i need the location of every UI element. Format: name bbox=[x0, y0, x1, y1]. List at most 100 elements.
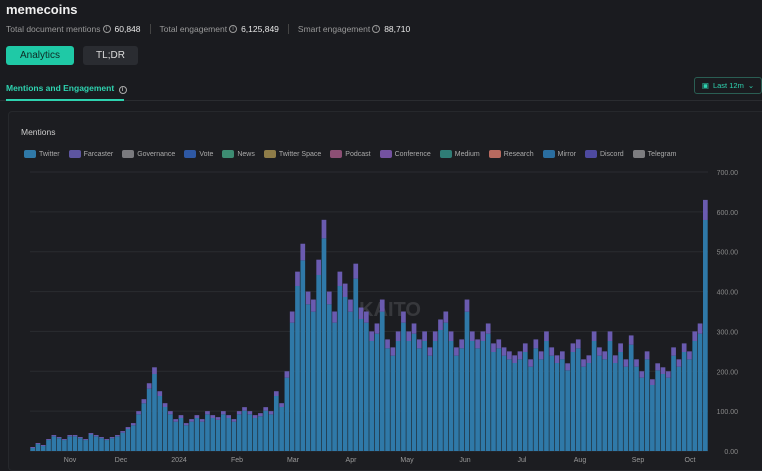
bar-farcaster[interactable] bbox=[30, 447, 35, 449]
bar-farcaster[interactable] bbox=[236, 411, 242, 415]
bar-twitter[interactable] bbox=[644, 359, 650, 451]
bar-farcaster[interactable] bbox=[199, 419, 205, 422]
bar-twitter[interactable] bbox=[623, 366, 629, 451]
bar-twitter[interactable] bbox=[83, 440, 88, 451]
bar-twitter[interactable] bbox=[30, 448, 35, 451]
bar-farcaster[interactable] bbox=[427, 347, 433, 356]
bar-twitter[interactable] bbox=[88, 434, 94, 451]
bar-twitter[interactable] bbox=[575, 348, 581, 451]
bar-farcaster[interactable] bbox=[517, 351, 523, 360]
bar-farcaster[interactable] bbox=[395, 331, 401, 341]
bar-twitter[interactable] bbox=[591, 340, 597, 451]
bar-twitter[interactable] bbox=[72, 436, 78, 451]
bar-farcaster[interactable] bbox=[597, 347, 602, 356]
bar-farcaster[interactable] bbox=[311, 299, 316, 312]
bar-twitter[interactable] bbox=[67, 436, 73, 451]
bar-farcaster[interactable] bbox=[93, 435, 99, 437]
bar-twitter[interactable] bbox=[692, 340, 698, 451]
bar-farcaster[interactable] bbox=[581, 359, 586, 367]
bar-farcaster[interactable] bbox=[559, 351, 565, 360]
bar-farcaster[interactable] bbox=[205, 411, 210, 415]
bar-twitter[interactable] bbox=[220, 414, 226, 451]
bar-twitter[interactable] bbox=[655, 370, 661, 451]
bar-farcaster[interactable] bbox=[703, 199, 708, 220]
bar-farcaster[interactable] bbox=[56, 437, 62, 439]
bar-farcaster[interactable] bbox=[533, 339, 539, 349]
bar-twitter[interactable] bbox=[141, 403, 147, 451]
bar-twitter[interactable] bbox=[40, 446, 46, 451]
bar-twitter[interactable] bbox=[369, 340, 374, 451]
bar-farcaster[interactable] bbox=[469, 331, 475, 341]
bar-twitter[interactable] bbox=[199, 421, 205, 451]
bar-twitter[interactable] bbox=[157, 395, 163, 451]
bar-twitter[interactable] bbox=[332, 322, 337, 451]
bar-farcaster[interactable] bbox=[62, 439, 67, 441]
bar-farcaster[interactable] bbox=[411, 323, 417, 334]
bar-farcaster[interactable] bbox=[570, 343, 576, 352]
bar-farcaster[interactable] bbox=[337, 271, 343, 286]
bar-twitter[interactable] bbox=[597, 355, 602, 451]
bar-farcaster[interactable] bbox=[83, 439, 88, 441]
bar-farcaster[interactable] bbox=[77, 437, 83, 439]
bar-twitter[interactable] bbox=[528, 366, 533, 451]
bar-twitter[interactable] bbox=[618, 351, 623, 451]
bar-farcaster[interactable] bbox=[178, 415, 184, 418]
bar-twitter[interactable] bbox=[77, 438, 83, 451]
bar-farcaster[interactable] bbox=[305, 291, 311, 305]
bar-farcaster[interactable] bbox=[295, 271, 300, 286]
bar-farcaster[interactable] bbox=[591, 331, 597, 341]
bar-twitter[interactable] bbox=[448, 340, 454, 451]
bar-farcaster[interactable] bbox=[692, 331, 698, 341]
bar-farcaster[interactable] bbox=[464, 299, 470, 312]
bar-twitter[interactable] bbox=[231, 421, 237, 451]
bar-twitter[interactable] bbox=[168, 414, 173, 451]
bar-twitter[interactable] bbox=[247, 414, 253, 451]
bar-farcaster[interactable] bbox=[671, 347, 676, 356]
bar-twitter[interactable] bbox=[480, 340, 486, 451]
bar-farcaster[interactable] bbox=[348, 299, 353, 312]
bar-twitter[interactable] bbox=[46, 440, 51, 451]
bar-farcaster[interactable] bbox=[40, 445, 46, 447]
bar-farcaster[interactable] bbox=[454, 347, 459, 356]
bar-farcaster[interactable] bbox=[321, 219, 327, 239]
bar-farcaster[interactable] bbox=[655, 363, 661, 371]
bar-twitter[interactable] bbox=[559, 359, 565, 451]
bar-farcaster[interactable] bbox=[618, 343, 623, 352]
bar-twitter[interactable] bbox=[538, 359, 544, 451]
bar-farcaster[interactable] bbox=[650, 379, 655, 385]
bar-twitter[interactable] bbox=[99, 438, 104, 451]
bar-twitter[interactable] bbox=[242, 410, 247, 451]
bar-farcaster[interactable] bbox=[432, 331, 438, 341]
bar-twitter[interactable] bbox=[401, 322, 406, 451]
bar-farcaster[interactable] bbox=[485, 323, 491, 334]
bar-twitter[interactable] bbox=[697, 333, 703, 451]
bar-farcaster[interactable] bbox=[263, 407, 269, 411]
bar-twitter[interactable] bbox=[236, 414, 242, 451]
bar-twitter[interactable] bbox=[316, 274, 322, 451]
bar-twitter[interactable] bbox=[115, 436, 120, 451]
bar-twitter[interactable] bbox=[676, 366, 682, 451]
bar-twitter[interactable] bbox=[395, 340, 401, 451]
bar-twitter[interactable] bbox=[125, 428, 131, 451]
bar-twitter[interactable] bbox=[268, 414, 274, 451]
bar-twitter[interactable] bbox=[215, 419, 221, 451]
bar-farcaster[interactable] bbox=[687, 351, 692, 360]
bar-farcaster[interactable] bbox=[628, 335, 634, 345]
bar-farcaster[interactable] bbox=[416, 339, 422, 349]
bar-twitter[interactable] bbox=[258, 416, 263, 451]
bar-farcaster[interactable] bbox=[406, 331, 412, 341]
bar-farcaster[interactable] bbox=[46, 439, 51, 441]
bar-farcaster[interactable] bbox=[607, 331, 613, 341]
bar-farcaster[interactable] bbox=[676, 359, 682, 367]
bar-farcaster[interactable] bbox=[279, 403, 284, 407]
bar-farcaster[interactable] bbox=[136, 411, 141, 415]
bar-twitter[interactable] bbox=[607, 340, 613, 451]
bar-farcaster[interactable] bbox=[602, 351, 608, 360]
bar-farcaster[interactable] bbox=[491, 343, 496, 352]
bar-farcaster[interactable] bbox=[162, 403, 168, 407]
bar-twitter[interactable] bbox=[422, 340, 427, 451]
bar-twitter[interactable] bbox=[681, 351, 687, 451]
bar-twitter[interactable] bbox=[311, 311, 316, 451]
bar-farcaster[interactable] bbox=[448, 331, 454, 341]
bar-farcaster[interactable] bbox=[634, 359, 639, 367]
